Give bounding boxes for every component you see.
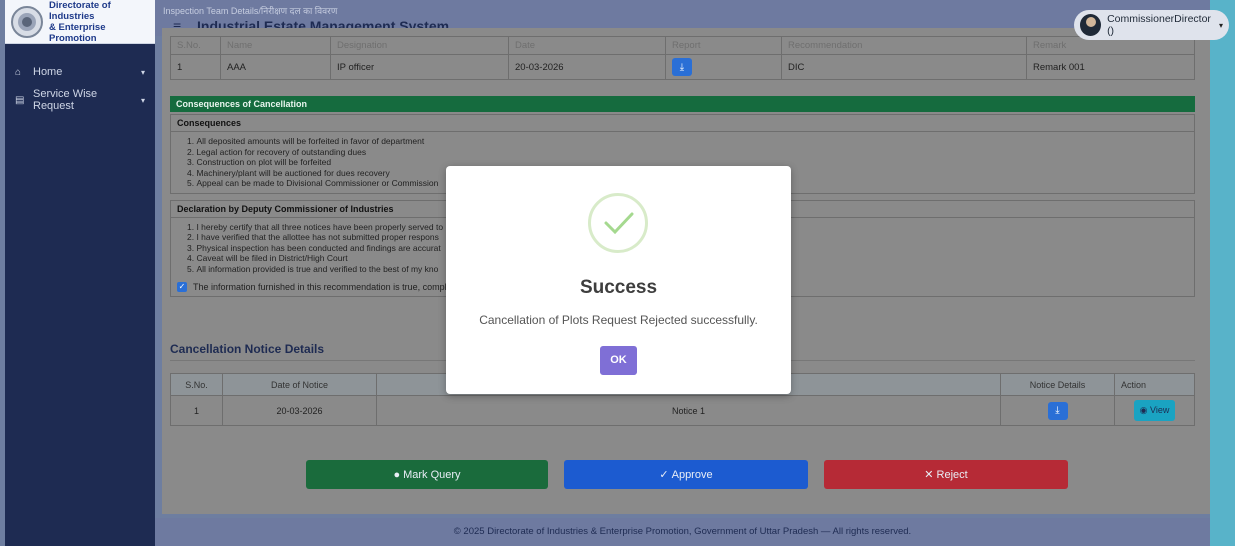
avatar	[1080, 14, 1102, 36]
ok-button[interactable]: OK	[600, 346, 637, 375]
success-check-icon	[588, 193, 648, 253]
dialog-title: Success	[579, 277, 658, 298]
success-dialog: Success Cancellation of Plots Request Re…	[446, 166, 791, 394]
username: CommissionerDirector ()	[1107, 13, 1211, 37]
dialog-message: Cancellation of Plots Request Rejected s…	[479, 313, 758, 327]
user-menu[interactable]: CommissionerDirector () ▾	[1074, 10, 1229, 40]
chevron-down-icon: ▾	[1218, 20, 1223, 30]
